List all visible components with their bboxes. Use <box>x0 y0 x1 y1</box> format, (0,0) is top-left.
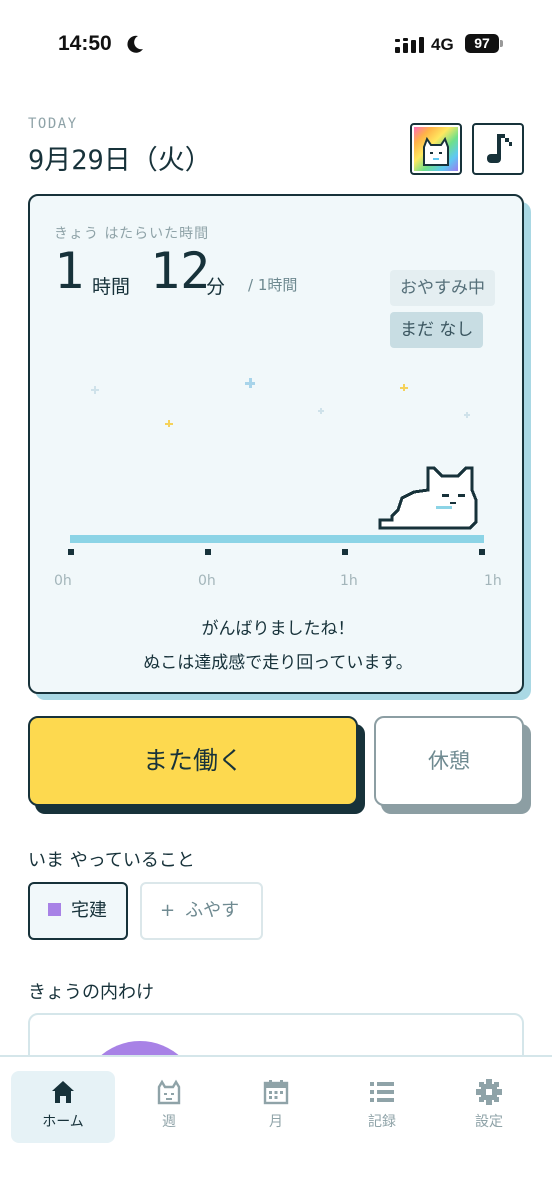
tab-label: ホーム <box>42 1114 84 1130</box>
music-button[interactable] <box>472 123 524 175</box>
doing-now-title: いま やっていること <box>28 850 195 871</box>
work-again-button[interactable]: また働く <box>28 716 358 806</box>
home-icon <box>52 1081 74 1103</box>
moon-icon <box>127 35 143 53</box>
task-chip-label: 宅建 <box>71 900 107 921</box>
tab-records[interactable]: 記録 <box>330 1071 434 1143</box>
hours-unit: 時間 <box>92 276 131 298</box>
status-pill: おやすみ中 <box>390 270 495 306</box>
status-time: 14:50 <box>58 32 112 55</box>
cat-character <box>378 466 478 530</box>
tab-label: 設定 <box>475 1114 503 1130</box>
status-bar: 14:50 4G 97 <box>0 30 552 62</box>
cat-mouth <box>450 502 456 504</box>
tick-label: 0h <box>198 573 216 589</box>
music-note-icon <box>487 134 512 163</box>
calendar-icon <box>263 1080 289 1105</box>
cat-face-icon <box>157 1079 181 1105</box>
tab-label: 月 <box>269 1114 283 1130</box>
tab-label: 記録 <box>368 1114 396 1130</box>
sparkles-decoration <box>91 378 470 427</box>
cat-eye <box>442 494 449 497</box>
tab-home[interactable]: ホーム <box>11 1071 115 1143</box>
battery-level: 97 <box>465 34 499 53</box>
worked-time-label: きょう はたらいた時間 <box>54 226 210 242</box>
tab-label: 週 <box>162 1114 176 1130</box>
network-type: 4G <box>431 35 454 54</box>
tab-settings[interactable]: 設定 <box>437 1071 541 1143</box>
cat-eye <box>458 494 465 497</box>
timeline-tick <box>479 549 485 555</box>
tick-label: 0h <box>54 573 72 589</box>
progress-fill <box>70 535 484 543</box>
task-chip-active[interactable]: 宅建 <box>28 882 128 940</box>
list-icon <box>370 1082 394 1102</box>
task-color-swatch <box>48 902 61 916</box>
plus-icon: + <box>160 900 176 921</box>
signal-icon <box>395 37 424 53</box>
add-task-label: ふやす <box>185 900 240 921</box>
cat-collar <box>436 506 452 509</box>
cat-theme-button[interactable] <box>410 123 462 175</box>
tab-bar: ホーム 週 月 記録 設定 <box>0 1055 552 1200</box>
progress-timeline <box>68 466 485 555</box>
cat-status-message: ぬこは達成感で走り回っています。 <box>143 653 413 673</box>
tab-week[interactable]: 週 <box>117 1071 221 1143</box>
timeline-tick <box>342 549 348 555</box>
gear-icon <box>476 1079 502 1105</box>
timeline-tick <box>68 549 74 555</box>
tick-label: 1h <box>484 573 502 589</box>
battery-tip <box>500 40 503 47</box>
rest-button[interactable]: 休憩 <box>374 716 524 806</box>
date-title: 9月29日（火） <box>28 145 212 176</box>
tab-month[interactable]: 月 <box>224 1071 328 1143</box>
daily-goal: / 1時間 <box>248 276 298 294</box>
break-pill: まだ なし <box>390 312 484 348</box>
worked-hours: 1 <box>54 242 85 300</box>
timeline-tick <box>205 549 211 555</box>
rainbow-cat-icon <box>414 127 458 171</box>
tick-label: 1h <box>340 573 358 589</box>
breakdown-title: きょうの内わけ <box>28 982 154 1003</box>
cheer-message: がんばりましたね！ <box>201 619 355 639</box>
minutes-unit: 分 <box>206 276 226 298</box>
worked-minutes: 12 <box>150 242 211 300</box>
add-task-button[interactable]: + ふやす <box>140 882 263 940</box>
worked-time-card: きょう はたらいた時間 1 時間 12 分 / 1時間 おやすみ中 まだ なし <box>28 194 524 694</box>
today-label: TODAY <box>28 116 78 132</box>
